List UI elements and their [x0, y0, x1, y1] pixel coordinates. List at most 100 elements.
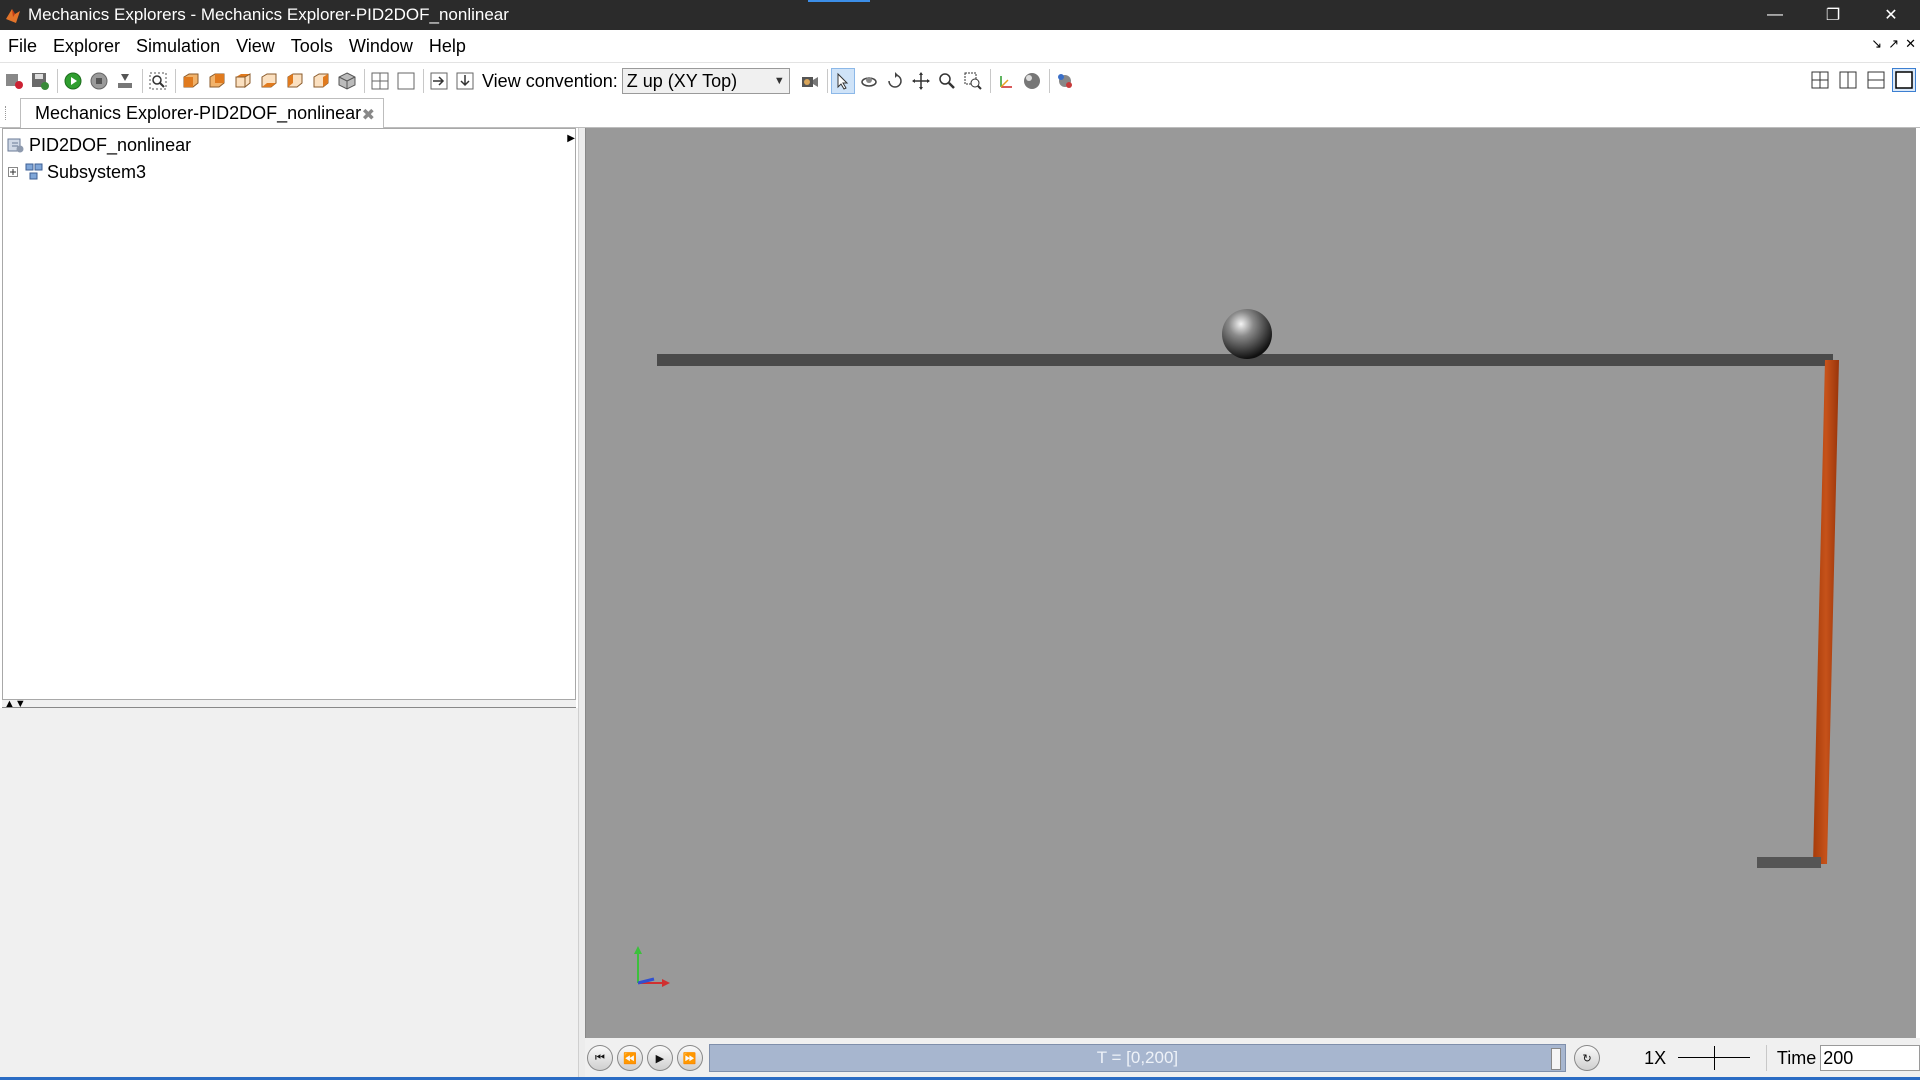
vertical-splitter[interactable] — [578, 128, 585, 1078]
four-view-icon[interactable] — [368, 68, 392, 94]
toolbar-separator — [142, 69, 143, 93]
close-icon[interactable]: ✖ — [362, 105, 375, 125]
run-icon[interactable] — [61, 68, 85, 94]
layout-horizontal-split-icon[interactable] — [1864, 68, 1888, 92]
center-of-mass-icon[interactable] — [1053, 68, 1077, 94]
playback-slider[interactable]: T = [0,200] — [708, 1044, 1567, 1072]
close-icon[interactable]: ✕ — [1862, 0, 1920, 30]
layout-four-icon[interactable] — [1808, 68, 1832, 92]
toolbar-separator — [175, 69, 176, 93]
menu-bar: File Explorer Simulation View Tools Wind… — [0, 30, 1920, 63]
playback-bar: ⏮ ⏪ ▶ ⏩ T = [0,200] ↻ 1X Time 200 — [585, 1038, 1920, 1078]
import-icon[interactable] — [427, 68, 451, 94]
toolbar-separator — [989, 69, 991, 93]
tree-item-subsystem[interactable]: Subsystem3 — [3, 159, 146, 185]
view-front-icon[interactable] — [179, 68, 203, 94]
menu-simulation[interactable]: Simulation — [128, 36, 228, 57]
title-accent — [808, 0, 870, 2]
zoom-fit-icon[interactable] — [146, 68, 170, 94]
step-back-icon[interactable]: ⏪ — [616, 1045, 643, 1071]
view-left-icon[interactable] — [283, 68, 307, 94]
matlab-icon — [6, 9, 20, 23]
time-range-label: T = [0,200] — [1096, 1048, 1179, 1067]
menu-file[interactable]: File — [0, 36, 45, 57]
tree-item-label: PID2DOF_nonlinear — [29, 134, 192, 155]
view-isometric-icon[interactable] — [335, 68, 359, 94]
close-document-icon[interactable]: ✕ — [1905, 36, 1916, 52]
skip-to-start-icon[interactable]: ⏮ — [587, 1045, 613, 1071]
tree-item-label: Subsystem3 — [47, 161, 147, 182]
minimize-icon[interactable]: — — [1746, 0, 1804, 30]
toolbar-separator — [364, 69, 365, 93]
ball — [1222, 309, 1272, 359]
open-settings-icon[interactable] — [2, 68, 26, 94]
playback-slider-thumb[interactable] — [1551, 1048, 1562, 1070]
tab-label: Mechanics Explorer-PID2DOF_nonlinear — [35, 103, 362, 123]
tab-mechanics-explorer[interactable]: Mechanics Explorer-PID2DOF_nonlinear ✖ — [20, 98, 384, 128]
dock-icon[interactable]: ↘ — [1871, 36, 1882, 52]
playback-speed: 1X — [1644, 1047, 1667, 1068]
undock-icon[interactable]: ↗ — [1888, 36, 1899, 52]
menu-view[interactable]: View — [228, 36, 283, 57]
single-view-icon[interactable] — [394, 68, 418, 94]
speed-slider[interactable] — [1678, 1046, 1751, 1070]
export-icon[interactable] — [453, 68, 477, 94]
sphere-icon[interactable] — [1020, 68, 1044, 94]
window-title: Mechanics Explorers - Mechanics Explorer… — [28, 5, 509, 24]
time-input[interactable]: 200 — [1820, 1045, 1920, 1071]
select-arrow-icon[interactable] — [830, 68, 855, 94]
view-convention-value: Z up (XY Top) — [626, 70, 738, 91]
view-right-icon[interactable] — [309, 68, 333, 94]
time-label: Time — [1776, 1047, 1817, 1068]
step-forward-icon[interactable]: ⏩ — [676, 1045, 703, 1071]
toolbar-separator — [57, 69, 58, 93]
view-convention-select[interactable]: Z up (XY Top) ▼ — [621, 68, 790, 94]
restore-icon[interactable]: ❐ — [1804, 0, 1862, 30]
chevron-down-icon: ▼ — [773, 75, 785, 87]
menu-explorer[interactable]: Explorer — [45, 36, 128, 57]
stop-icon[interactable] — [87, 68, 111, 94]
playbar-separator — [1765, 1045, 1767, 1071]
view-top-icon[interactable] — [231, 68, 255, 94]
model-tree: PID2DOF_nonlinear Subsystem3 ▶ — [2, 128, 576, 700]
expand-icon[interactable] — [7, 166, 19, 178]
pane-splitter[interactable]: ▲▼ — [2, 698, 576, 710]
toolbar: View convention: Z up (XY Top) ▼ — [0, 64, 1920, 98]
zoom-icon[interactable] — [935, 68, 959, 94]
properties-pane — [0, 708, 578, 1078]
camera-icon[interactable] — [798, 68, 822, 94]
loop-icon[interactable]: ↻ — [1574, 1045, 1601, 1071]
zoom-box-icon[interactable] — [961, 68, 985, 94]
subsystem-icon — [25, 163, 43, 180]
pan-icon[interactable] — [909, 68, 933, 94]
toolbar-separator — [826, 69, 828, 93]
model-icon — [7, 138, 24, 153]
collapse-pane-icon[interactable]: ▶ — [567, 133, 575, 144]
step-icon[interactable] — [113, 68, 137, 94]
axis-triad — [634, 946, 670, 987]
tab-strip-grip — [5, 106, 7, 120]
rotate-icon[interactable] — [857, 68, 881, 94]
layout-single-icon[interactable] — [1892, 68, 1916, 92]
toolbar-separator — [423, 69, 424, 93]
arm — [1813, 360, 1839, 864]
view-convention-label: View convention: — [482, 70, 618, 91]
toolbar-separator — [1048, 69, 1050, 93]
tree-item-model[interactable]: PID2DOF_nonlinear — [3, 132, 191, 158]
scene — [634, 309, 1839, 987]
frames-icon[interactable] — [994, 68, 1018, 94]
menu-help[interactable]: Help — [421, 36, 474, 57]
menu-tools[interactable]: Tools — [283, 36, 341, 57]
base — [1757, 857, 1821, 868]
view-bottom-icon[interactable] — [257, 68, 281, 94]
title-bar: Mechanics Explorers - Mechanics Explorer… — [0, 0, 1920, 30]
save-icon[interactable] — [28, 68, 52, 94]
view-back-icon[interactable] — [205, 68, 229, 94]
3d-viewport[interactable] — [585, 128, 1916, 1038]
document-tab-strip: Mechanics Explorer-PID2DOF_nonlinear ✖ — [0, 98, 1920, 128]
layout-vertical-split-icon[interactable] — [1836, 68, 1860, 92]
speed-slider-thumb[interactable] — [1714, 1046, 1716, 1070]
play-icon[interactable]: ▶ — [646, 1045, 673, 1071]
menu-window[interactable]: Window — [341, 36, 421, 57]
roll-icon[interactable] — [883, 68, 907, 94]
